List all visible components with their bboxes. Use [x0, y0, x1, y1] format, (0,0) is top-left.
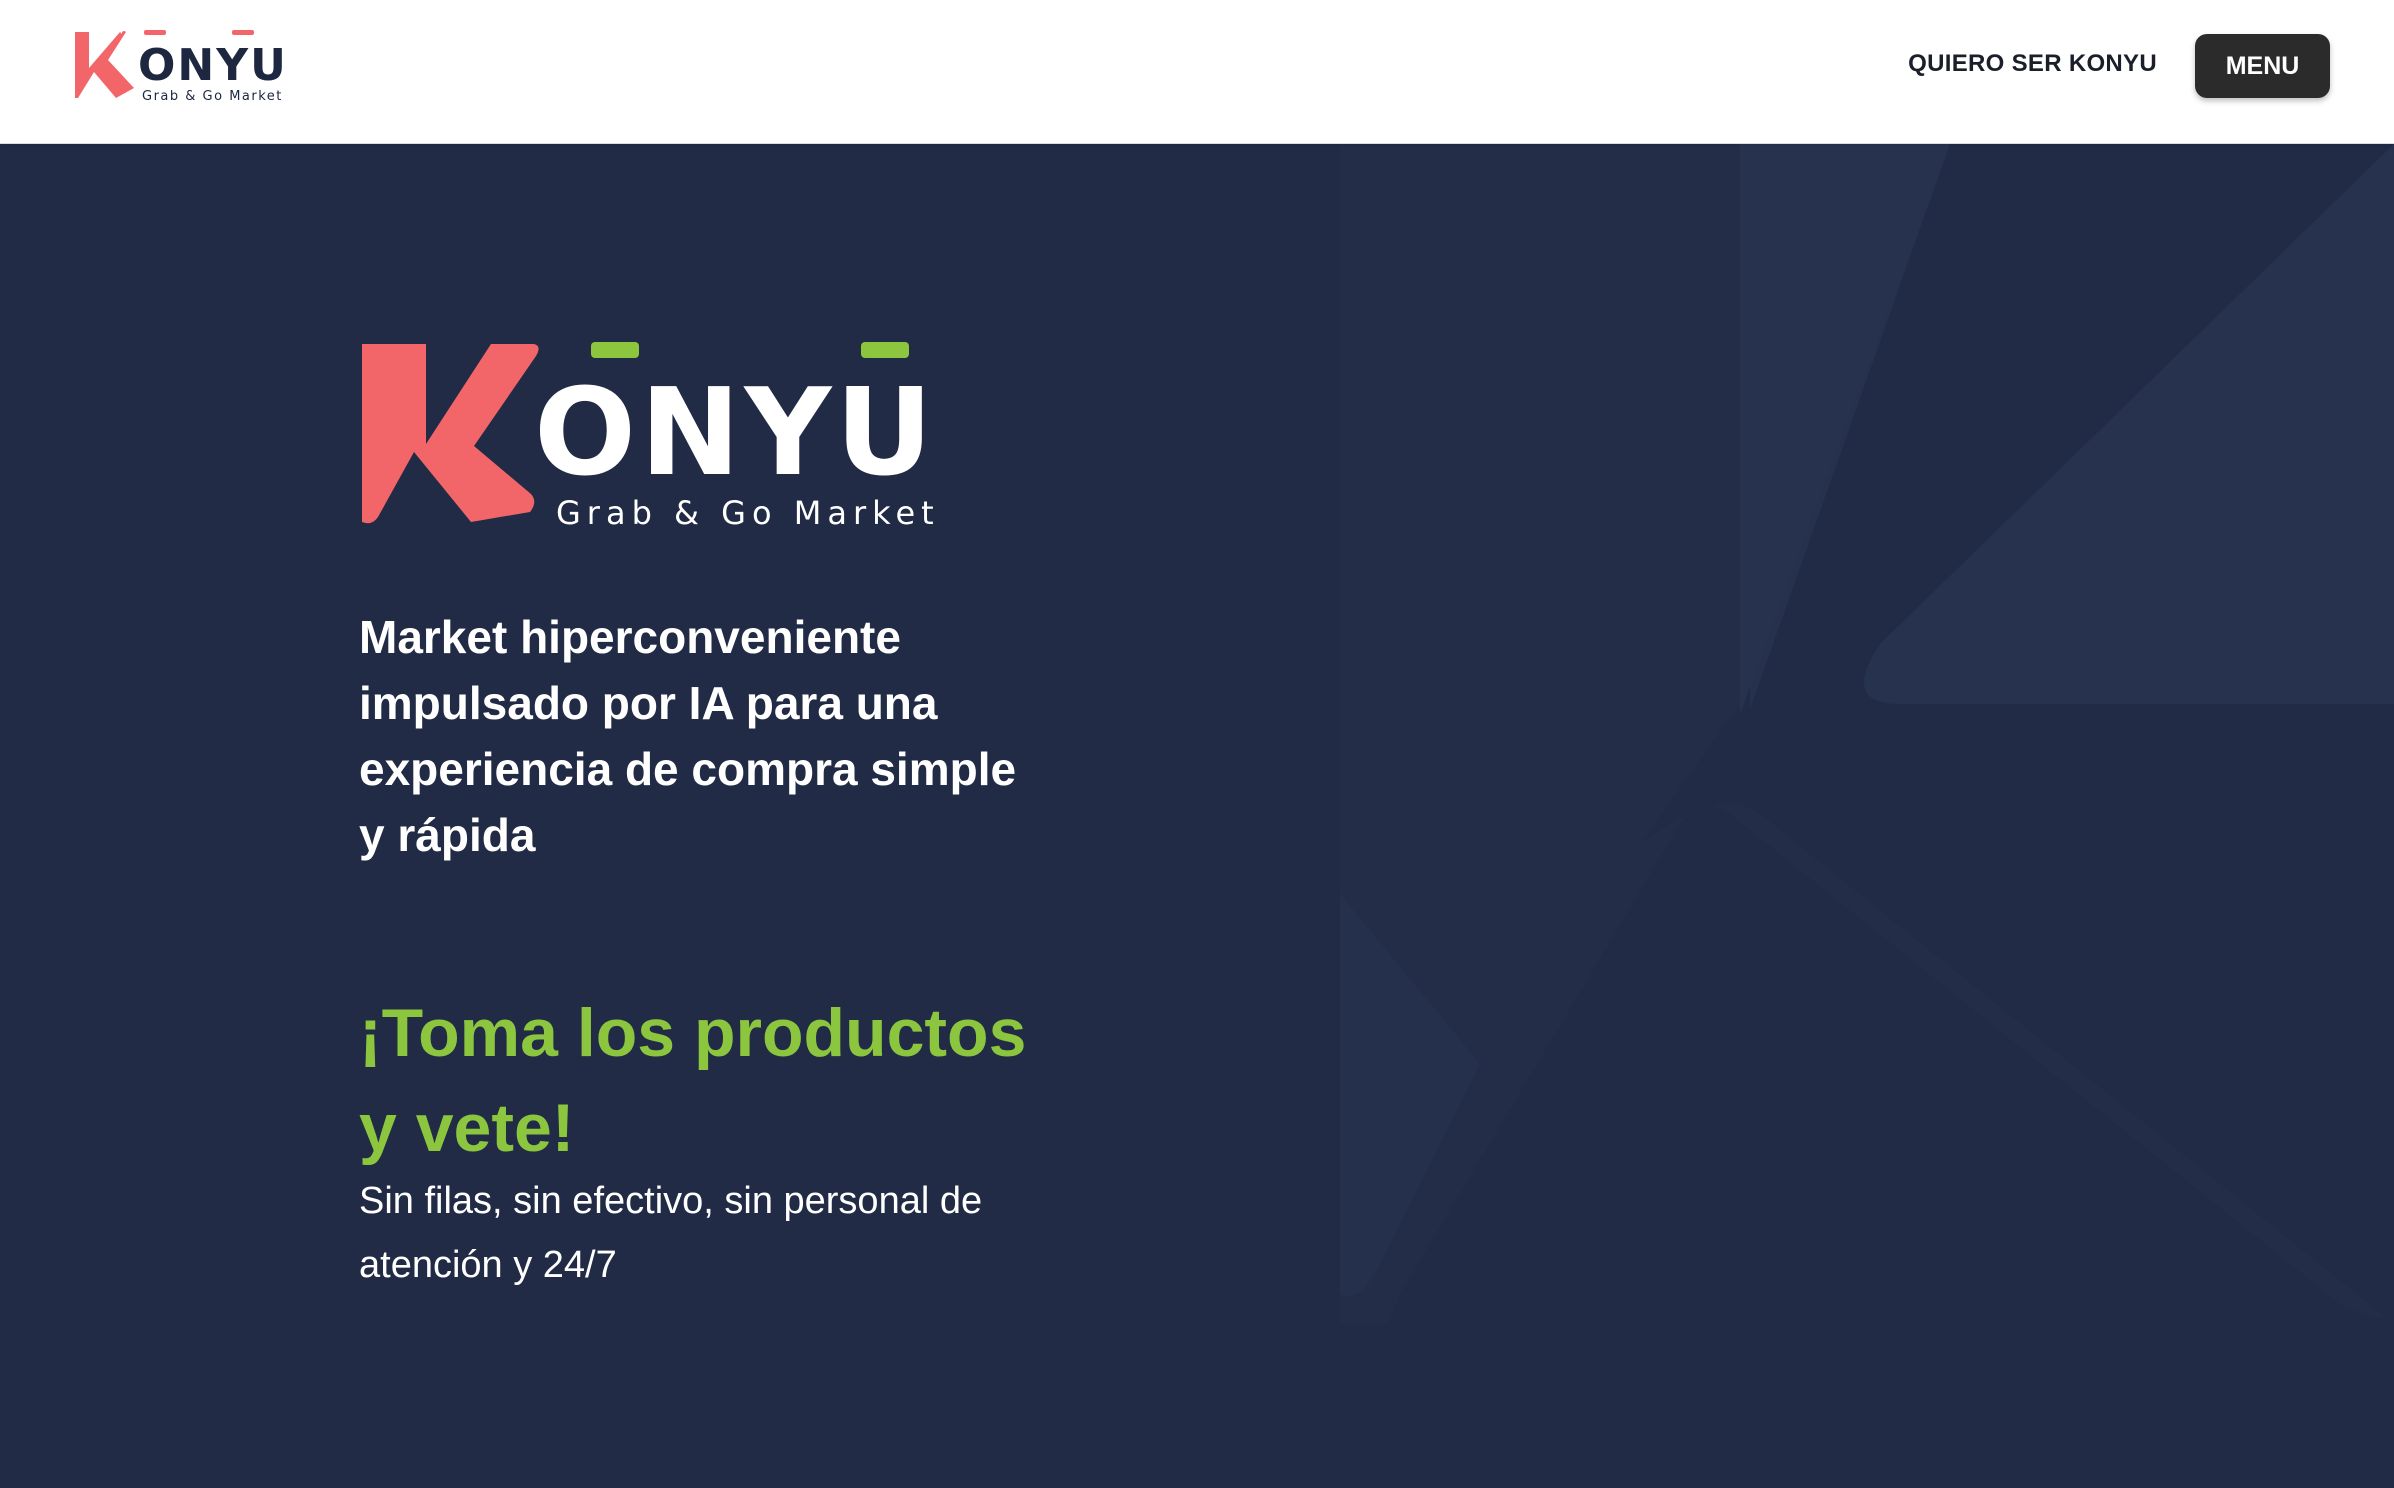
- logo-wordmark: ONYU: [138, 40, 282, 91]
- top-nav-bar: ONYU Grab & Go Market QUIERO SER KONYU M…: [0, 0, 2394, 144]
- macron-u-large-icon: [861, 342, 909, 358]
- background-k-watermark-icon: [1340, 144, 2394, 1344]
- hero-logo-wordmark: ONYU: [534, 364, 937, 503]
- hero-section: ONYU Grab & Go Market Market hiperconven…: [0, 144, 2394, 1488]
- quiero-ser-konyu-link[interactable]: QUIERO SER KONYU: [1908, 50, 2157, 78]
- konyu-logo-small[interactable]: ONYU Grab & Go Market: [72, 28, 282, 104]
- hero-cta-subtitle: Sin filas, sin efectivo, sin personal de…: [359, 1180, 983, 1286]
- konyu-logo-large: ONYU Grab & Go Market: [362, 342, 940, 532]
- hero-cta-title: ¡Toma los productos y vete!: [359, 995, 1027, 1166]
- macron-o-large-icon: [591, 342, 639, 358]
- menu-button[interactable]: MENU: [2195, 34, 2330, 98]
- macron-o-icon: [144, 30, 166, 35]
- hero-tagline: Market hiperconveniente impulsado por IA…: [359, 611, 1017, 861]
- hero-logo-subtitle: Grab & Go Market: [556, 494, 940, 532]
- macron-u-icon: [232, 30, 254, 35]
- k-mark-large-icon: [362, 344, 539, 524]
- k-mark-icon: [75, 31, 134, 98]
- logo-subtitle: Grab & Go Market: [142, 89, 282, 104]
